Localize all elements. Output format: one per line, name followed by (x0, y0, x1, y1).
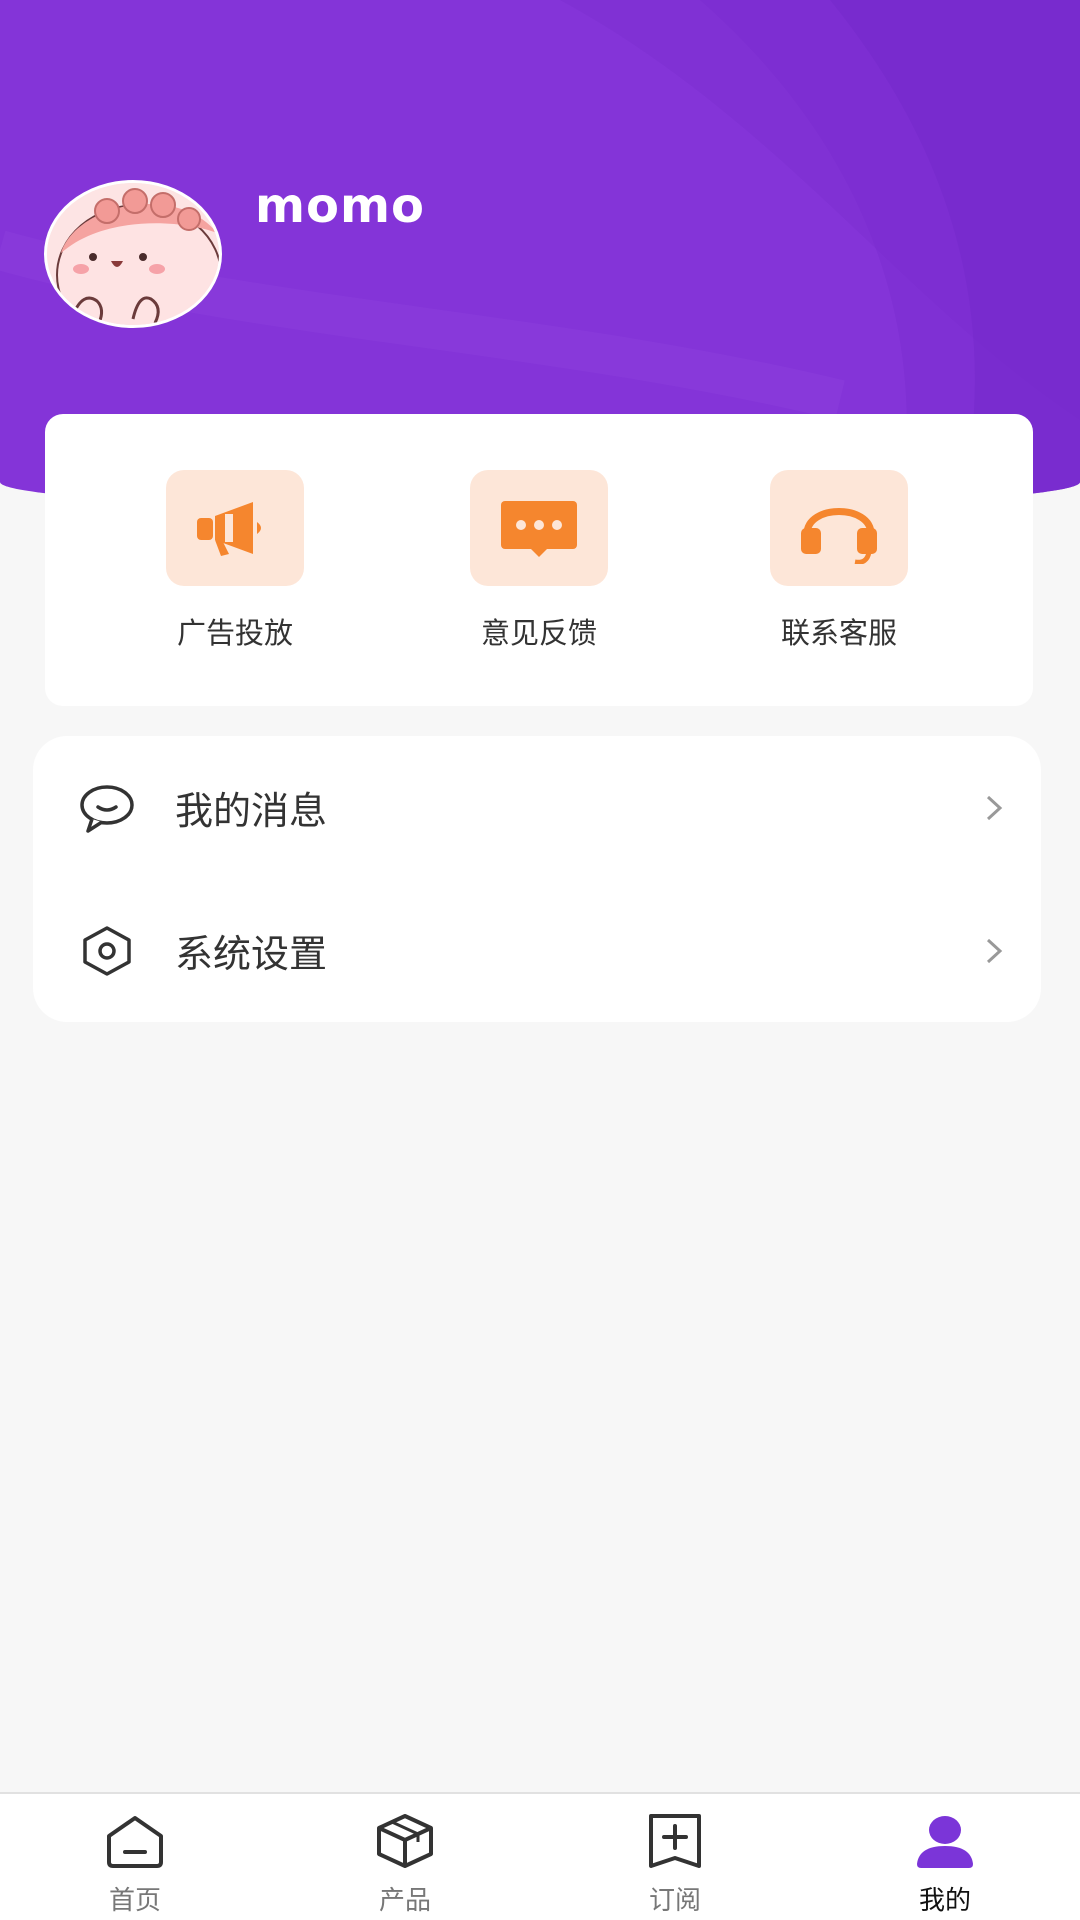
action-customer-service[interactable]: 联系客服 (739, 470, 939, 652)
avatar[interactable] (44, 180, 222, 328)
action-ad-placement[interactable]: 广告投放 (135, 470, 335, 652)
menu-item-label: 系统设置 (175, 932, 328, 976)
action-feedback[interactable]: 意见反馈 (439, 470, 639, 652)
add-bookmark-icon (649, 1814, 701, 1868)
menu-card: 我的消息 系统设置 (33, 736, 1041, 1022)
username: momo (255, 178, 425, 234)
speech-bubble-icon (77, 778, 137, 838)
user-icon (917, 1816, 973, 1868)
chevron-right-icon (986, 938, 1003, 963)
action-label: 意见反馈 (480, 616, 597, 650)
action-label: 联系客服 (780, 616, 897, 650)
tab-home[interactable]: 首页 (75, 1812, 195, 1917)
menu-item-label: 我的消息 (175, 789, 328, 833)
action-icon-box (770, 470, 908, 586)
hexagon-settings-icon (77, 921, 137, 981)
avatar-illustration (47, 183, 219, 325)
quick-actions-card: 广告投放 意见反馈 联系客服 (45, 414, 1033, 706)
action-icon-box (166, 470, 304, 586)
home-icon (107, 1816, 163, 1868)
message-dots-icon (501, 501, 577, 557)
box-icon (377, 1814, 433, 1868)
tab-label: 我的 (918, 1886, 971, 1916)
tab-label: 订阅 (648, 1886, 701, 1916)
tab-label: 首页 (108, 1886, 161, 1916)
profile-page: momo 广告投放 意见反馈 联系客服 我的消息 系统设置 首页 产品 订阅 我… (0, 0, 1080, 1920)
menu-item-system-settings[interactable]: 系统设置 (33, 879, 1041, 1022)
megaphone-icon (197, 502, 261, 556)
action-icon-box (470, 470, 608, 586)
bottom-tab-bar: 首页 产品 订阅 我的 (0, 1792, 1080, 1920)
tab-products[interactable]: 产品 (345, 1812, 465, 1917)
tab-mine[interactable]: 我的 (885, 1812, 1005, 1917)
tab-subscribe[interactable]: 订阅 (615, 1812, 735, 1917)
tab-label: 产品 (378, 1886, 431, 1916)
menu-item-my-messages[interactable]: 我的消息 (33, 736, 1041, 879)
headset-icon (801, 508, 877, 564)
action-label: 广告投放 (176, 616, 293, 650)
chevron-right-icon (986, 795, 1003, 820)
